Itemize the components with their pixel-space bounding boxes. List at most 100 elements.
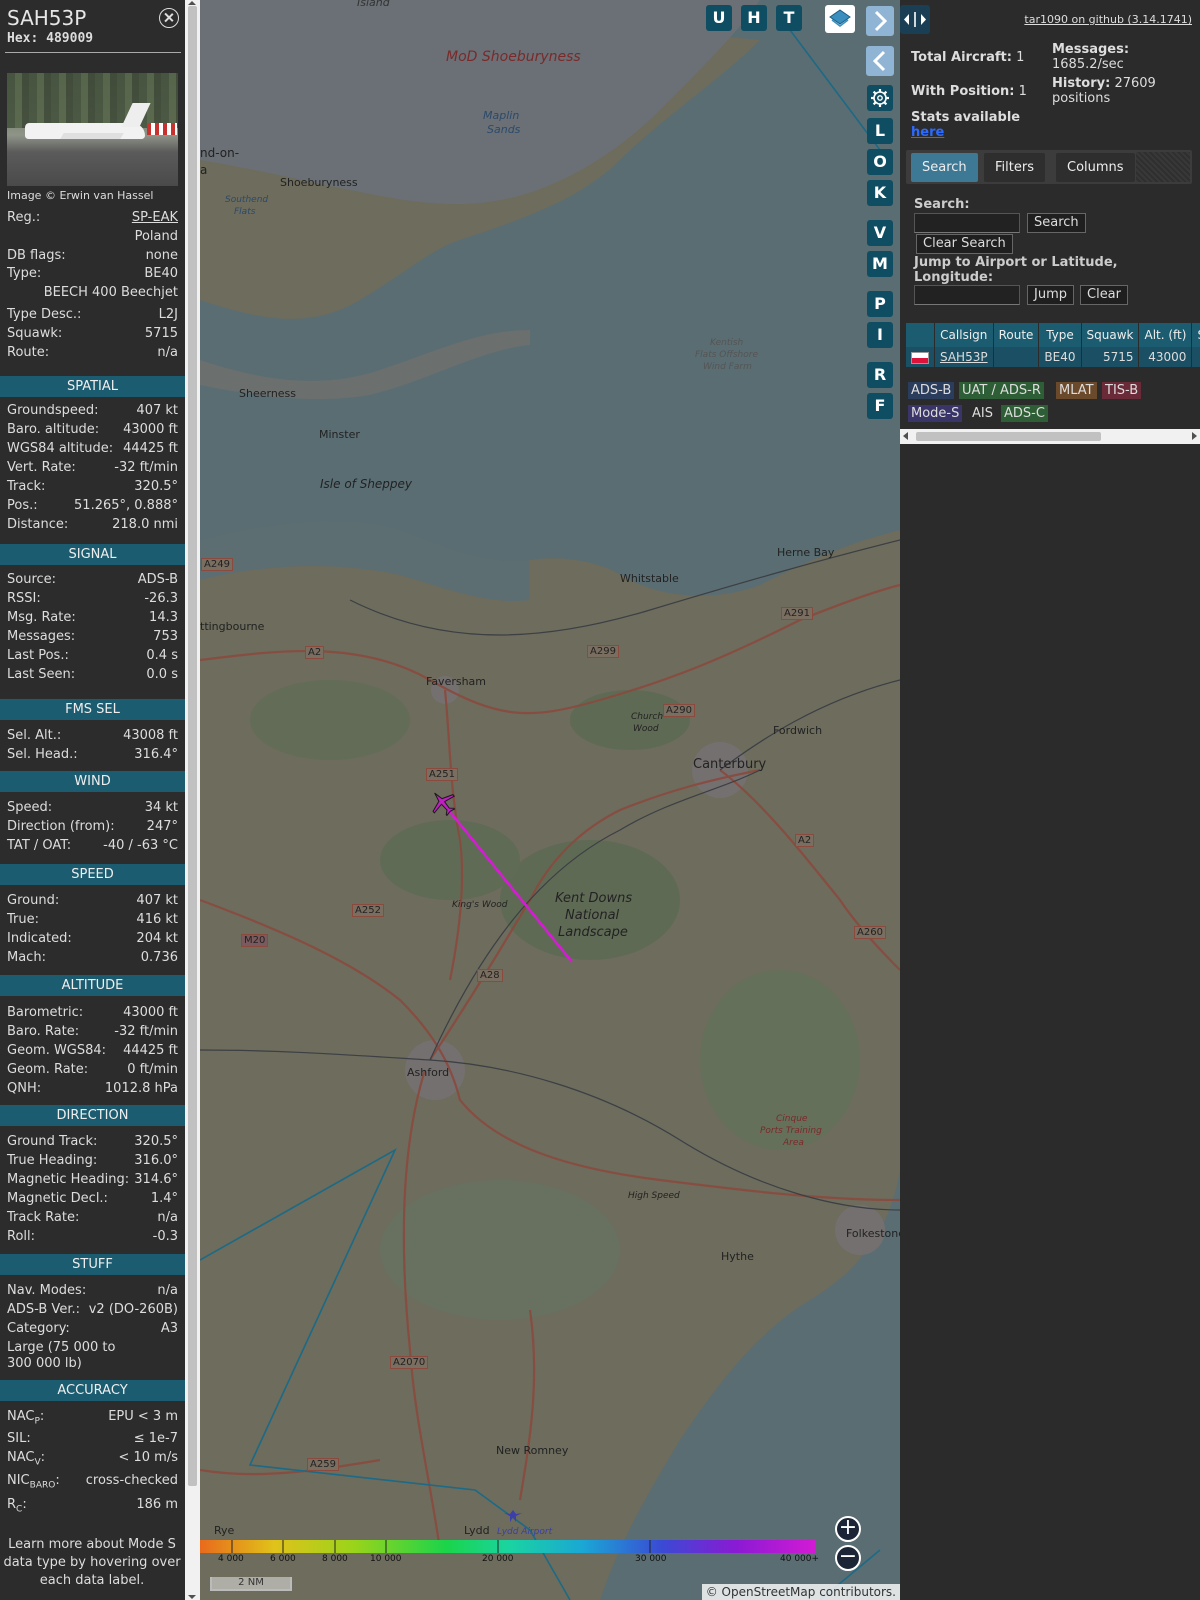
route-cell <box>993 347 1040 367</box>
map-button-r[interactable]: R <box>867 362 893 388</box>
info-label: Last Pos.: <box>7 648 69 663</box>
total-aircraft: Total Aircraft: 1 <box>911 50 1025 65</box>
section-speed: SPEED <box>0 864 185 885</box>
info-value: 416 kt <box>136 912 178 927</box>
map-button-f[interactable]: F <box>867 393 893 419</box>
legend-mlat: MLAT <box>1056 382 1097 399</box>
map-view[interactable]: Island MoD Shoeburyness Maplin Sands nd-… <box>200 0 900 1600</box>
type-cell: BE40 <box>1038 347 1082 367</box>
jump-input[interactable] <box>914 285 1020 305</box>
col-flag[interactable] <box>906 323 935 347</box>
map-button-o[interactable]: O <box>867 149 893 175</box>
info-value: 316.4° <box>134 747 178 762</box>
info-label: Track Rate: <box>7 1210 80 1225</box>
selected-callsign: SAH53P <box>7 6 87 30</box>
dbflags-row: DB flags: none <box>7 248 178 266</box>
map-button-l[interactable]: L <box>867 118 893 144</box>
layers-icon[interactable] <box>825 5 855 33</box>
history-count: History: 27609 <box>1052 76 1156 91</box>
callsign-link[interactable]: SAH53P <box>940 350 988 364</box>
info-value: 43000 ft <box>123 422 178 437</box>
table-row[interactable]: SAH53P BE40 5715 43000 <box>906 347 1200 367</box>
typedesc-row: Type Desc.: L2J <box>7 307 178 325</box>
clear-search-button[interactable]: Clear Search <box>916 234 1013 254</box>
info-label: Sel. Head.: <box>7 747 78 762</box>
settings-gear-icon[interactable] <box>867 85 893 111</box>
info-label: Groundspeed: <box>7 403 99 418</box>
info-row: Mach: 0.736 <box>7 950 178 968</box>
map-button-t[interactable]: T <box>776 5 802 31</box>
info-value: 314.6° <box>134 1172 178 1187</box>
toggle-sidebar-icon[interactable] <box>900 5 930 34</box>
map-button-k[interactable]: K <box>867 180 893 206</box>
info-row: Roll: -0.3 <box>7 1229 178 1247</box>
search-input[interactable] <box>914 213 1020 233</box>
col-speed[interactable]: Spd. <box>1191 323 1200 347</box>
col-squawk[interactable]: Squawk <box>1081 323 1140 347</box>
info-value: 0.0 s <box>146 667 178 682</box>
info-value: 51.265°, 0.888° <box>74 498 178 513</box>
map-button-u[interactable]: U <box>706 5 732 31</box>
map-button-m[interactable]: M <box>867 251 893 277</box>
stats-available: Stats available <box>911 110 1021 125</box>
aircraft-photo[interactable] <box>7 73 178 186</box>
legend-ads-c: ADS-C <box>1001 405 1048 422</box>
info-value: 44425 ft <box>123 441 178 456</box>
clear-jump-button[interactable]: Clear <box>1080 285 1128 305</box>
info-row: Baro. Rate: -32 ft/min <box>7 1024 178 1042</box>
reg-link[interactable]: SP-EAK <box>132 210 178 225</box>
tab-filters[interactable]: Filters <box>984 153 1045 182</box>
altitude-tick: 10 000 <box>370 1554 402 1564</box>
github-link[interactable]: tar1090 on github (3.14.1741) <box>1024 13 1192 26</box>
hex-label: Hex: <box>7 31 39 46</box>
tab-columns[interactable]: Columns <box>1056 153 1135 182</box>
info-value: ADS-B <box>137 572 178 587</box>
nacv-row: NACV: < 10 m/s <box>7 1450 178 1468</box>
osm-link[interactable]: OpenStreetMap <box>722 1585 816 1599</box>
info-label: ADS-B Ver.: <box>7 1302 80 1317</box>
info-value: 43008 ft <box>123 728 178 743</box>
zoom-in-button[interactable]: + <box>835 1516 861 1542</box>
table-horizontal-scrollbar[interactable] <box>900 429 1200 444</box>
aircraft-icon[interactable] <box>428 788 458 818</box>
jump-button[interactable]: Jump <box>1027 285 1074 305</box>
info-value: v2 (DO-260B) <box>88 1302 178 1317</box>
info-label: Ground: <box>7 893 60 908</box>
map-button-i[interactable]: I <box>867 322 893 348</box>
info-row: ADS-B Ver.: v2 (DO-260B) <box>7 1302 178 1320</box>
col-callsign[interactable]: Callsign <box>934 323 994 347</box>
expand-right-icon[interactable] <box>866 6 894 36</box>
map-button-p[interactable]: P <box>867 291 893 317</box>
close-icon[interactable] <box>159 8 179 28</box>
altitude-cell: 43000 <box>1138 347 1193 367</box>
info-value: 43000 ft <box>123 1005 178 1020</box>
zoom-out-button[interactable]: − <box>835 1545 861 1571</box>
info-label: WGS84 altitude: <box>7 441 114 456</box>
squawk-row: Squawk: 5715 <box>7 326 178 344</box>
info-row: Indicated: 204 kt <box>7 931 178 949</box>
info-label: Category: <box>7 1321 70 1336</box>
info-row: Vert. Rate: -32 ft/min <box>7 460 178 478</box>
map-button-v[interactable]: V <box>867 220 893 246</box>
altitude-tick: 30 000 <box>635 1554 667 1564</box>
map-button-h[interactable]: H <box>741 5 767 31</box>
info-row: Msg. Rate: 14.3 <box>7 610 178 628</box>
collapse-left-icon[interactable] <box>866 46 894 76</box>
info-label: Speed: <box>7 800 53 815</box>
stats-link[interactable]: here <box>911 125 944 140</box>
info-label: True Heading: <box>7 1153 98 1168</box>
col-route[interactable]: Route <box>993 323 1040 347</box>
col-altitude[interactable]: Alt. (ft) <box>1138 323 1193 347</box>
tab-search[interactable]: Search <box>911 153 978 182</box>
legend-ais: AIS <box>969 405 996 422</box>
left-panel-scrollbar[interactable] <box>185 0 200 1600</box>
map-canvas[interactable] <box>200 0 900 1600</box>
search-label: Search: <box>914 197 970 212</box>
col-type[interactable]: Type <box>1038 323 1082 347</box>
info-row: True: 416 kt <box>7 912 178 930</box>
info-row: Last Pos.: 0.4 s <box>7 648 178 666</box>
search-button[interactable]: Search <box>1027 213 1086 233</box>
squawk-value: 5715 <box>144 326 178 341</box>
info-value: 14.3 <box>149 610 178 625</box>
section-wind: WIND <box>0 771 185 792</box>
